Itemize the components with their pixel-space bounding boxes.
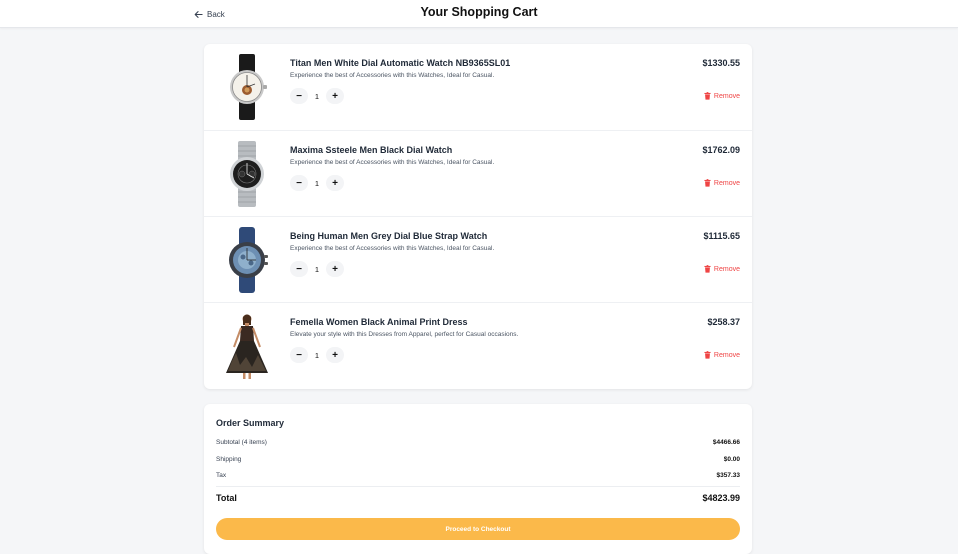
summary-divider [216,486,740,487]
cart-items-card: Titan Men White Dial Automatic Watch NB9… [204,44,752,389]
decrease-quantity-button[interactable]: − [290,88,308,104]
decrease-quantity-button[interactable]: − [290,175,308,191]
quantity-value: 1 [314,264,320,274]
shipping-label: Shipping [216,455,242,463]
increase-quantity-button[interactable]: + [326,261,344,277]
item-description: Experience the best of Accessories with … [290,159,495,166]
decrease-quantity-button[interactable]: − [290,261,308,277]
cart-item: Maxima Ssteele Men Black Dial Watch Expe… [204,130,752,216]
top-bar: Back Your Shopping Cart [0,0,958,28]
item-price: $1115.65 [703,231,740,241]
total-label: Total [216,493,237,503]
shipping-value: $0.00 [723,455,740,463]
increase-quantity-button[interactable]: + [326,88,344,104]
proceed-to-checkout-button[interactable]: Proceed to Checkout [216,518,740,540]
remove-label: Remove [713,92,740,100]
cart-item: Femella Women Black Animal Print Dress E… [204,302,752,388]
page-title: Your Shopping Cart [420,5,538,19]
product-image-watch-black-dial [230,141,264,207]
cart-item: Titan Men White Dial Automatic Watch NB9… [204,44,752,130]
remove-button[interactable]: Remove [704,265,740,273]
item-name[interactable]: Maxima Ssteele Men Black Dial Watch [290,145,452,155]
subtotal-value: $4466.66 [712,438,740,446]
cart-item: Being Human Men Grey Dial Blue Strap Wat… [204,216,752,302]
decrease-quantity-button[interactable]: − [290,347,308,363]
remove-label: Remove [713,179,740,187]
item-price: $1330.55 [702,58,740,68]
increase-quantity-button[interactable]: + [326,175,344,191]
tax-row: Tax $357.33 [216,470,740,480]
remove-label: Remove [713,351,740,359]
remove-button[interactable]: Remove [704,179,740,187]
quantity-stepper: − 1 + [290,347,344,363]
total-value: $4823.99 [702,493,740,503]
product-image-dress [226,314,268,379]
remove-label: Remove [713,265,740,273]
trash-icon [704,179,711,187]
subtotal-row: Subtotal (4 items) $4466.66 [216,437,740,447]
tax-label: Tax [216,471,227,479]
quantity-value: 1 [314,91,320,101]
quantity-value: 1 [314,350,320,360]
item-description: Elevate your style with this Dresses fro… [290,331,519,338]
trash-icon [704,351,711,359]
remove-button[interactable]: Remove [704,351,740,359]
quantity-stepper: − 1 + [290,175,344,191]
tax-value: $357.33 [716,471,741,479]
item-name[interactable]: Titan Men White Dial Automatic Watch NB9… [290,58,510,68]
increase-quantity-button[interactable]: + [326,347,344,363]
item-name[interactable]: Femella Women Black Animal Print Dress [290,317,468,327]
quantity-stepper: − 1 + [290,261,344,277]
remove-button[interactable]: Remove [704,92,740,100]
item-description: Experience the best of Accessories with … [290,245,495,252]
shipping-row: Shipping $0.00 [216,454,740,464]
trash-icon [704,265,711,273]
quantity-value: 1 [314,178,320,188]
quantity-stepper: − 1 + [290,88,344,104]
item-price: $1762.09 [702,145,740,155]
total-row: Total $4823.99 [216,493,740,503]
summary-title: Order Summary [216,418,285,428]
trash-icon [704,92,711,100]
order-summary-card: Order Summary Subtotal (4 items) $4466.6… [204,404,752,554]
item-price: $258.37 [707,317,740,327]
product-image-watch-blue-strap [229,227,268,293]
subtotal-label: Subtotal (4 items) [216,438,267,446]
item-description: Experience the best of Accessories with … [290,72,495,79]
item-name[interactable]: Being Human Men Grey Dial Blue Strap Wat… [290,231,487,241]
product-image-watch-white-dial [230,54,267,120]
